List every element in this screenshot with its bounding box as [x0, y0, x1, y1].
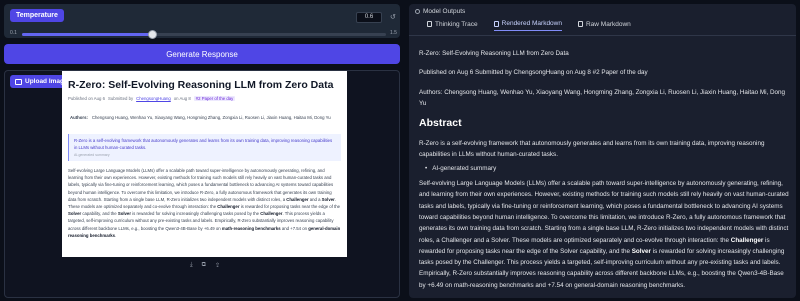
slider-min-label: 0.1 — [10, 30, 17, 36]
tab-label: Rendered Markdown — [501, 20, 562, 27]
upload-toolbar: ⤓ ⧉ ⇪ — [190, 262, 220, 269]
rendered-markdown-content: R-Zero: Self-Evolving Reasoning LLM from… — [419, 48, 791, 298]
paper-summary: R-Zero is a self-evolving framework that… — [74, 138, 333, 150]
thinking-icon — [427, 21, 432, 27]
abstract-bold: Solver — [68, 211, 82, 217]
model-outputs-title: Model Outputs — [423, 8, 466, 15]
abstract-bold: math-reasoning benchmarks — [221, 225, 281, 231]
abstract-text: capability, and the — [81, 211, 118, 217]
tab-thinking-trace[interactable]: Thinking Trace — [427, 20, 478, 31]
slider-thumb[interactable] — [147, 30, 157, 39]
md-bold: Challenger — [730, 236, 764, 244]
reset-icon[interactable]: ↺ — [390, 13, 396, 21]
paper-authors-list: Chengsong Huang, Wenhao Yu, Xiaoyang Wan… — [91, 115, 331, 120]
md-abstract-paragraph: Self-evolving Large Language Models (LLM… — [419, 178, 791, 291]
temperature-panel: Temperature 0.6 ↺ 0.1 1.5 — [4, 4, 400, 39]
paper-submitted-by: Submitted by — [108, 96, 134, 101]
paper-badge: #2 Paper of the day — [193, 96, 236, 101]
abstract-text: and a — [308, 196, 322, 202]
generate-response-button[interactable]: Generate Response — [4, 44, 400, 64]
paper-user: ChengsongHuang — [136, 96, 171, 101]
outputs-icon — [415, 9, 420, 14]
md-bullet-list: AI-generated summary — [425, 163, 791, 174]
md-abstract-heading: Abstract — [419, 117, 462, 130]
md-title-line: R-Zero: Self-Evolving Reasoning LLM from… — [419, 50, 569, 57]
model-outputs-header: Model Outputs — [415, 8, 465, 15]
image-icon — [15, 78, 22, 85]
abstract-text: is rewarded for proposing tasks near the… — [239, 204, 341, 210]
markdown-icon — [493, 20, 499, 27]
paper-summary-note: AI-generated summary — [74, 153, 110, 157]
paper-abstract: Self-evolving Large Language Models (LLM… — [68, 167, 341, 239]
abstract-text: . — [115, 232, 117, 238]
download-icon[interactable]: ⤓ — [190, 262, 193, 269]
model-outputs-panel: Model Outputs Thinking Trace Rendered Ma… — [409, 4, 796, 298]
md-text: Self-evolving Large Language Models (LLM… — [419, 180, 789, 244]
upload-image-panel[interactable]: Upload Image R-Zero: Self-Evolving Reaso… — [4, 70, 400, 298]
abstract-bold: Solver — [117, 211, 131, 217]
paper-meta: Published on Aug 6 Submitted by Chengson… — [68, 96, 341, 101]
slider-fill — [22, 33, 152, 36]
paper-title: R-Zero: Self-Evolving Reasoning LLM from… — [68, 79, 334, 91]
tab-divider — [409, 35, 796, 36]
left-column: Temperature 0.6 ↺ 0.1 1.5 Generate Respo… — [0, 0, 403, 301]
uploaded-image-preview: R-Zero: Self-Evolving Reasoning LLM from… — [62, 71, 347, 257]
paper-published: Published on Aug 6 — [68, 96, 106, 101]
temperature-value-input[interactable]: 0.6 — [356, 12, 382, 23]
abstract-text: and +7.54 on — [280, 225, 309, 231]
temperature-slider[interactable] — [22, 30, 386, 39]
md-bold: Solver — [631, 247, 651, 255]
tab-label: Thinking Trace — [435, 20, 478, 28]
paper-authors-label: Authors: — [70, 115, 88, 120]
output-tabs: Thinking Trace Rendered Markdown Raw Mar… — [427, 20, 631, 31]
abstract-bold: Challenger — [217, 204, 240, 210]
copy-icon[interactable]: ⧉ — [202, 262, 206, 269]
abstract-text: is rewarded for solving increasingly cha… — [131, 211, 261, 217]
paper-date: on Aug 8 — [173, 96, 191, 101]
raw-icon — [577, 21, 583, 27]
paper-authors: Authors: Chengsong Huang, Wenhao Yu, Xiao… — [68, 114, 341, 122]
share-icon[interactable]: ⇪ — [215, 262, 220, 269]
slider-max-label: 1.5 — [390, 30, 397, 36]
paper-summary-box: R-Zero is a self-evolving framework that… — [68, 134, 341, 161]
tab-raw-markdown[interactable]: Raw Markdown — [577, 20, 631, 31]
md-bullet-item: AI-generated summary — [425, 163, 791, 174]
md-authors-line: Authors: Chengsong Huang, Wenhao Yu, Xia… — [419, 88, 786, 107]
md-summary: R-Zero is a self-evolving framework that… — [419, 140, 765, 159]
tab-rendered-markdown[interactable]: Rendered Markdown — [493, 20, 562, 31]
abstract-bold: Solver — [321, 196, 335, 202]
md-published-line: Published on Aug 6 Submitted by Chengson… — [419, 69, 648, 77]
abstract-bold: Challenger — [286, 196, 309, 202]
tab-label: Raw Markdown — [585, 20, 631, 28]
temperature-label: Temperature — [10, 9, 64, 22]
abstract-bold: Challenger — [260, 211, 283, 217]
